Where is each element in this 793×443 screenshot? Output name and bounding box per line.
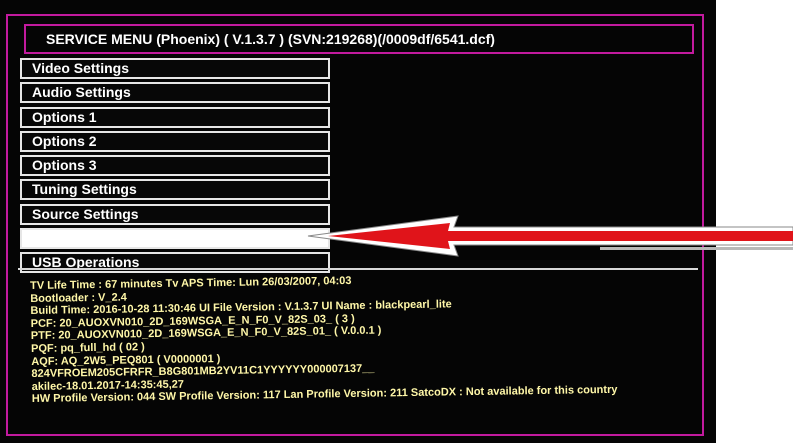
menu-item-source-settings[interactable]: Source Settings [20, 203, 330, 225]
menu-item-options-1[interactable]: Options 1 [20, 106, 330, 128]
divider [18, 268, 698, 270]
menu-item-options-3[interactable]: Options 3 [20, 155, 330, 177]
menu-item-usb-operations[interactable]: USB Operations [20, 252, 330, 274]
menu-item-audio-settings[interactable]: Audio Settings [20, 82, 330, 104]
menu-item-diagnostic[interactable]: Diagnostic [20, 228, 330, 250]
service-menu-list: Video Settings Audio Settings Options 1 … [20, 58, 330, 277]
menu-item-video-settings[interactable]: Video Settings [20, 58, 330, 79]
menu-item-tuning-settings[interactable]: Tuning Settings [20, 179, 330, 201]
page-title: SERVICE MENU (Phoenix) ( V.1.3.7 ) (SVN:… [24, 24, 694, 54]
system-info-panel: TV Life Time : 67 minutes Tv APS Time: L… [30, 269, 712, 406]
menu-item-options-2[interactable]: Options 2 [20, 130, 330, 152]
red-arrow-icon [307, 215, 793, 257]
